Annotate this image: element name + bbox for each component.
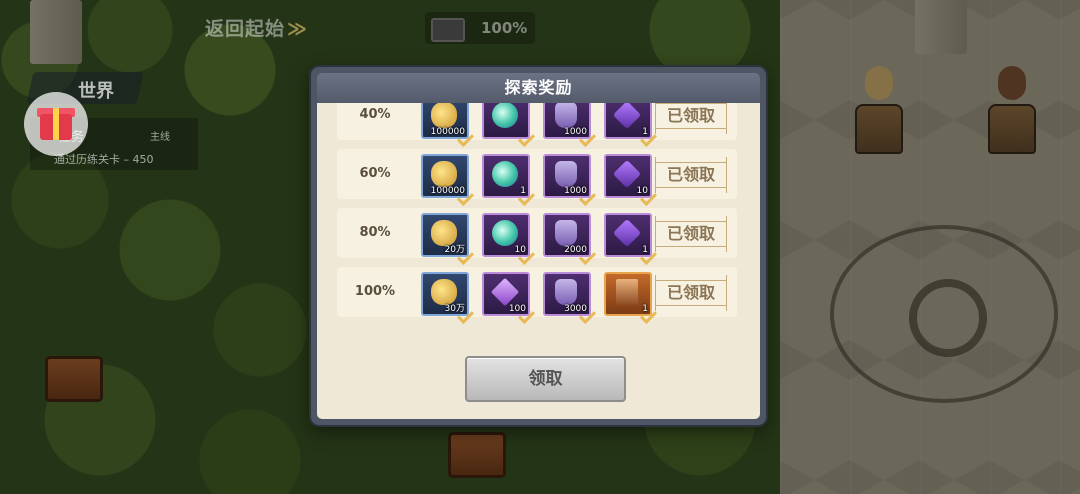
reward-threshold: 100% [354, 284, 396, 299]
item-quantity: 100000 [430, 186, 465, 196]
reward-item[interactable]: 100000 [421, 103, 474, 147]
reward-item[interactable]: 1000 [543, 154, 596, 206]
reward-item[interactable]: 100 [482, 272, 535, 324]
reward-item[interactable]: 3000 [543, 272, 596, 324]
reward-row: 60% 100000 1 1000 10 已领取 [337, 149, 737, 206]
checkmark-icon [518, 130, 535, 147]
purple-crystal-icon [612, 159, 642, 189]
reward-row: 80% 20万 10 2000 1 已领取 [337, 208, 737, 265]
reward-item[interactable]: 1 [482, 154, 535, 206]
reward-item[interactable]: 2000 [543, 213, 596, 265]
potion-jar-icon [555, 220, 577, 246]
exploration-reward-dialog: 探索奖励 40% 100000 1000 1 已领取 60% 100000 1 1000 10 已领… [311, 67, 766, 425]
return-start-button[interactable]: 返回起始 ≫ [205, 14, 308, 41]
world-label: 世界 [78, 81, 114, 102]
reward-row: 100% 30万 100 3000 1 已领取 [337, 267, 737, 324]
dialog-title: 探索奖励 [504, 78, 573, 97]
progress-percent: 100% [481, 19, 528, 37]
item-quantity: 100000 [430, 127, 465, 137]
dialog-header: 探索奖励 [317, 73, 760, 103]
reward-item[interactable]: 1 [604, 213, 657, 265]
reward-list[interactable]: 40% 100000 1000 1 已领取 60% 100000 1 1000 10 已领取 80% 2… [337, 103, 737, 326]
reward-item[interactable]: 10 [482, 213, 535, 265]
return-label: 返回起始 [205, 18, 286, 40]
exploration-progress: 100% [425, 12, 535, 44]
claim-button[interactable]: 领取 [465, 356, 626, 402]
chest-icon [431, 18, 465, 42]
purple-crystal-icon [612, 218, 642, 248]
reward-item[interactable]: 20万 [421, 213, 474, 265]
reward-threshold: 60% [359, 166, 391, 181]
hero-card-icon [616, 279, 638, 305]
gold-coin-icon [431, 103, 457, 128]
potion-jar-icon [555, 161, 577, 187]
quest-tag: 主线 [150, 132, 170, 143]
spirit-orb-icon [492, 103, 518, 128]
reward-threshold: 80% [359, 225, 391, 240]
claimed-stamp: 已领取 [655, 157, 727, 193]
reward-item[interactable]: 10 [604, 154, 657, 206]
reward-item[interactable] [482, 103, 535, 147]
reward-item[interactable]: 100000 [421, 154, 474, 206]
reward-item[interactable]: 1 [604, 103, 657, 147]
reward-item[interactable]: 1000 [543, 103, 596, 147]
purple-crystal-icon [612, 103, 642, 130]
claimed-stamp: 已领取 [655, 216, 727, 252]
reward-row: 40% 100000 1000 1 已领取 [337, 103, 737, 147]
double-chevron-icon: ≫ [287, 18, 308, 40]
reward-item[interactable]: 30万 [421, 272, 474, 324]
reward-item[interactable]: 1 [604, 272, 657, 324]
claimed-stamp: 已领取 [655, 275, 727, 311]
gold-coin-icon [431, 161, 457, 187]
gift-button[interactable] [24, 92, 88, 156]
claimed-stamp: 已领取 [655, 103, 727, 134]
reward-threshold: 40% [359, 107, 391, 122]
purple-gem-icon [490, 277, 520, 307]
quest-description: 通过历练关卡 – 450 [54, 153, 154, 166]
potion-jar-icon [555, 279, 577, 305]
dialog-body: 40% 100000 1000 1 已领取 60% 100000 1 1000 10 已领取 80% 2… [317, 103, 760, 419]
spirit-orb-icon [492, 161, 518, 187]
potion-jar-icon [555, 103, 577, 128]
spirit-orb-icon [492, 220, 518, 246]
